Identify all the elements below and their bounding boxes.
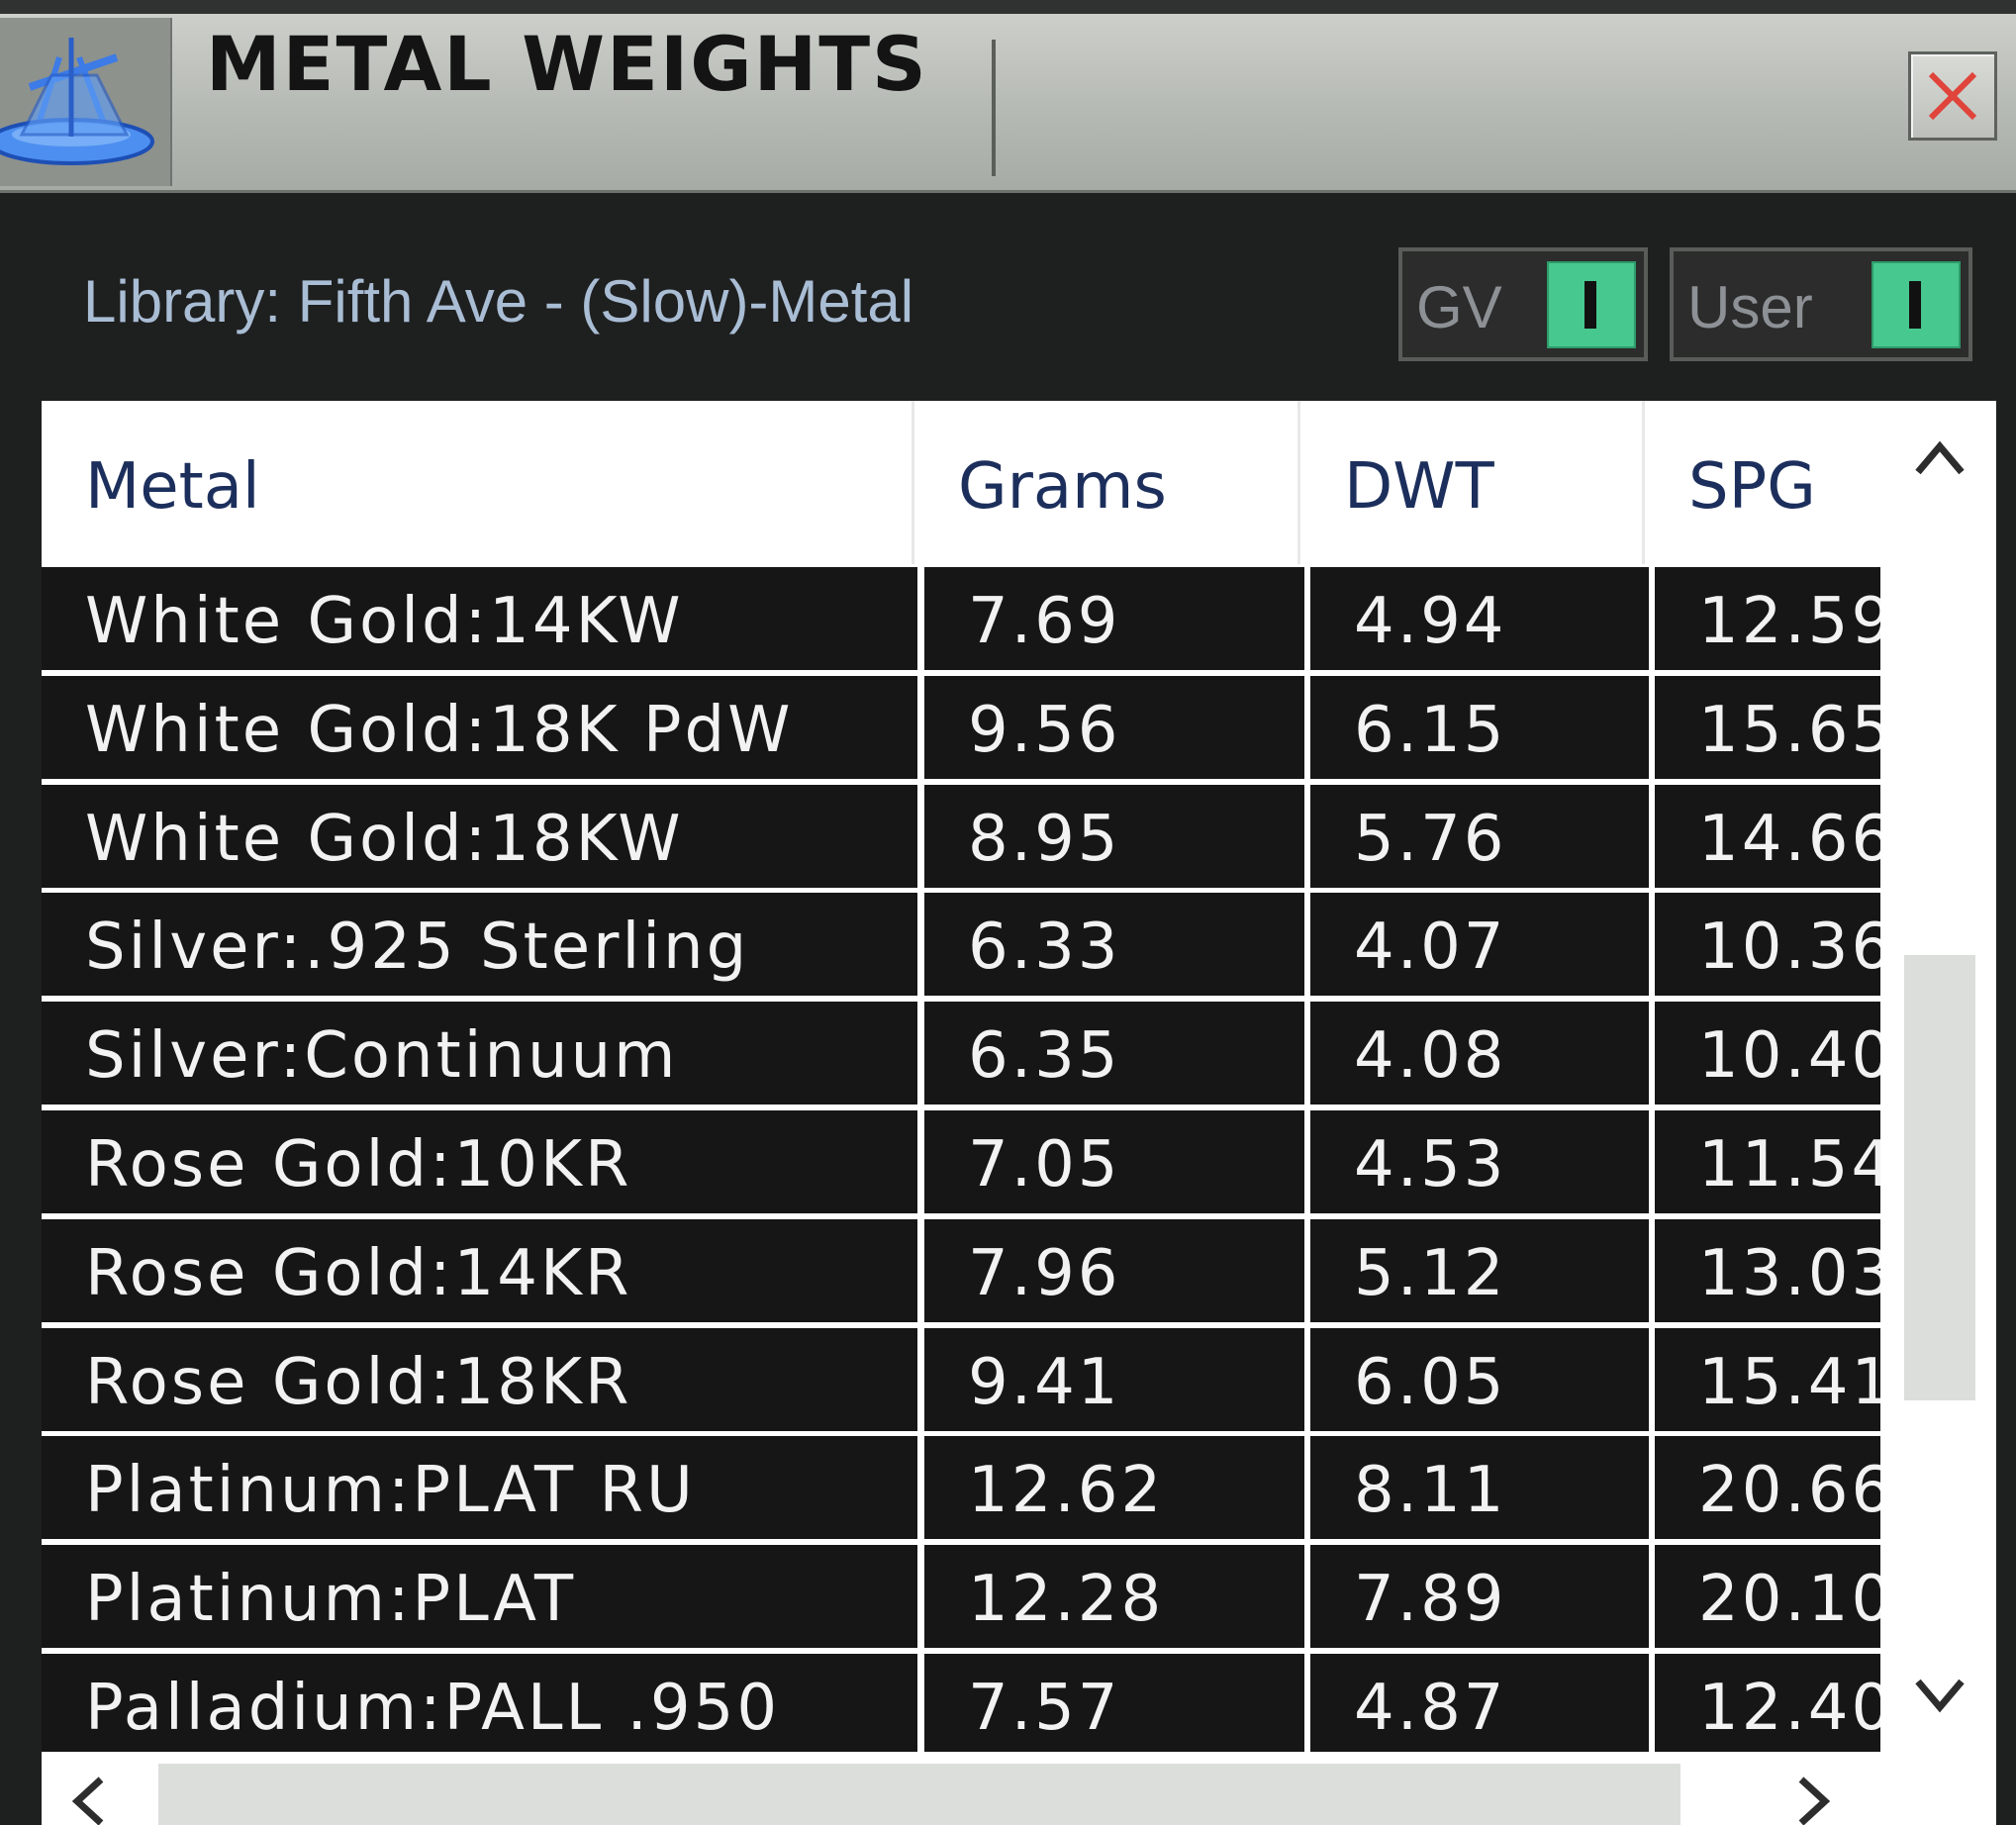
cell-metal[interactable]: Silver:Continuum bbox=[42, 1002, 917, 1105]
cell-spg[interactable]: 15.41 bbox=[1655, 1328, 1880, 1431]
cell-metal[interactable]: Palladium:PALL .950 bbox=[42, 1654, 917, 1752]
cell-metal[interactable]: White Gold:14KW bbox=[42, 567, 917, 670]
cell-grams[interactable]: 12.28 bbox=[924, 1545, 1304, 1648]
table-header: Metal Grams DWT SPG bbox=[42, 401, 1880, 564]
cell-dwt[interactable]: 4.07 bbox=[1310, 893, 1649, 996]
table-viewport: Metal Grams DWT SPG White Gold:14KW 7.69 4… bbox=[42, 401, 1880, 1752]
title-divider bbox=[992, 40, 996, 176]
vertical-scroll-thumb[interactable] bbox=[1904, 955, 1975, 1400]
cell-grams[interactable]: 9.56 bbox=[924, 676, 1304, 779]
metal-weights-table: Metal Grams DWT SPG White Gold:14KW 7.69 4… bbox=[42, 401, 1996, 1825]
horizontal-scroll-thumb[interactable] bbox=[158, 1764, 1680, 1825]
table-row[interactable]: Rose Gold:10KR 7.05 4.53 11.54 bbox=[42, 1110, 1880, 1213]
cell-metal[interactable]: White Gold:18K PdW bbox=[42, 676, 917, 779]
window-title: METAL WEIGHTS bbox=[206, 20, 928, 108]
top-edge bbox=[0, 0, 2016, 14]
cell-dwt[interactable]: 4.08 bbox=[1310, 1002, 1649, 1105]
cell-dwt[interactable]: 6.15 bbox=[1310, 676, 1649, 779]
column-header-dwt[interactable]: DWT bbox=[1300, 401, 1645, 564]
cell-grams[interactable]: 6.33 bbox=[924, 893, 1304, 996]
cell-spg[interactable]: 11.54 bbox=[1655, 1110, 1880, 1213]
close-x-icon bbox=[1928, 71, 1977, 121]
cell-grams[interactable]: 6.35 bbox=[924, 1002, 1304, 1105]
cell-metal[interactable]: Rose Gold:18KR bbox=[42, 1328, 917, 1431]
cell-grams[interactable]: 7.57 bbox=[924, 1654, 1304, 1752]
cell-dwt[interactable]: 5.12 bbox=[1310, 1219, 1649, 1322]
cell-grams[interactable]: 7.05 bbox=[924, 1110, 1304, 1213]
table-row[interactable]: Platinum:PLAT RU 12.62 8.11 20.66 bbox=[42, 1436, 1880, 1539]
cell-grams[interactable]: 9.41 bbox=[924, 1328, 1304, 1431]
table-row[interactable]: Silver:.925 Sterling 6.33 4.07 10.36 bbox=[42, 893, 1880, 996]
user-toggle[interactable]: User bbox=[1670, 247, 1972, 361]
table-row[interactable]: Silver:Continuum 6.35 4.08 10.40 bbox=[42, 1002, 1880, 1105]
cell-metal[interactable]: Rose Gold:10KR bbox=[42, 1110, 917, 1213]
table-row[interactable]: Rose Gold:14KR 7.96 5.12 13.03 bbox=[42, 1219, 1880, 1322]
cell-dwt[interactable]: 4.53 bbox=[1310, 1110, 1649, 1213]
cell-spg[interactable]: 20.66 bbox=[1655, 1436, 1880, 1539]
cell-metal[interactable]: White Gold:18KW bbox=[42, 785, 917, 888]
title-bar: METAL WEIGHTS bbox=[0, 0, 2016, 193]
gv-toggle-label: GV bbox=[1416, 274, 1502, 340]
cell-spg[interactable]: 15.65 bbox=[1655, 676, 1880, 779]
chevron-right-icon[interactable] bbox=[1793, 1774, 1833, 1825]
column-header-metal[interactable]: Metal bbox=[42, 401, 914, 564]
cell-spg[interactable]: 10.36 bbox=[1655, 893, 1880, 996]
cell-dwt[interactable]: 4.87 bbox=[1310, 1654, 1649, 1752]
cell-dwt[interactable]: 6.05 bbox=[1310, 1328, 1649, 1431]
column-header-spg[interactable]: SPG bbox=[1645, 401, 1880, 564]
chevron-down-icon[interactable] bbox=[1912, 1676, 1968, 1715]
cell-grams[interactable]: 7.69 bbox=[924, 567, 1304, 670]
cell-grams[interactable]: 12.62 bbox=[924, 1436, 1304, 1539]
table-row[interactable]: Platinum:PLAT 12.28 7.89 20.10 bbox=[42, 1545, 1880, 1648]
column-header-grams[interactable]: Grams bbox=[914, 401, 1300, 564]
cell-metal[interactable]: Platinum:PLAT bbox=[42, 1545, 917, 1648]
cell-dwt[interactable]: 7.89 bbox=[1310, 1545, 1649, 1648]
table-row[interactable]: White Gold:14KW 7.69 4.94 12.59 bbox=[42, 567, 1880, 670]
cell-spg[interactable]: 14.66 bbox=[1655, 785, 1880, 888]
cell-metal[interactable]: Platinum:PLAT RU bbox=[42, 1436, 917, 1539]
cell-grams[interactable]: 7.96 bbox=[924, 1219, 1304, 1322]
cell-spg[interactable]: 13.03 bbox=[1655, 1219, 1880, 1322]
cell-dwt[interactable]: 4.94 bbox=[1310, 567, 1649, 670]
gv-toggle[interactable]: GV bbox=[1398, 247, 1648, 361]
user-toggle-knob[interactable] bbox=[1872, 261, 1961, 348]
cell-metal[interactable]: Rose Gold:14KR bbox=[42, 1219, 917, 1322]
balance-scale-icon bbox=[0, 18, 172, 186]
table-row[interactable]: Rose Gold:18KR 9.41 6.05 15.41 bbox=[42, 1328, 1880, 1431]
table-row[interactable]: White Gold:18K PdW 9.56 6.15 15.65 bbox=[42, 676, 1880, 779]
cell-spg[interactable]: 12.40 bbox=[1655, 1654, 1880, 1752]
close-button[interactable] bbox=[1908, 51, 1997, 141]
cell-dwt[interactable]: 5.76 bbox=[1310, 785, 1649, 888]
cell-spg[interactable]: 12.59 bbox=[1655, 567, 1880, 670]
gv-toggle-knob[interactable] bbox=[1547, 261, 1636, 348]
vertical-scrollbar[interactable] bbox=[1882, 401, 1996, 1752]
chevron-up-icon[interactable] bbox=[1912, 438, 1968, 478]
horizontal-scrollbar[interactable] bbox=[42, 1752, 1996, 1825]
library-label: Library: Fifth Ave - (Slow)-Metal bbox=[83, 268, 914, 335]
cell-spg[interactable]: 20.10 bbox=[1655, 1545, 1880, 1648]
table-row[interactable]: Palladium:PALL .950 7.57 4.87 12.40 bbox=[42, 1654, 1880, 1752]
cell-metal[interactable]: Silver:.925 Sterling bbox=[42, 893, 917, 996]
chevron-left-icon[interactable] bbox=[69, 1774, 109, 1825]
cell-dwt[interactable]: 8.11 bbox=[1310, 1436, 1649, 1539]
table-row[interactable]: White Gold:18KW 8.95 5.76 14.66 bbox=[42, 785, 1880, 888]
cell-grams[interactable]: 8.95 bbox=[924, 785, 1304, 888]
user-toggle-label: User bbox=[1687, 274, 1813, 340]
cell-spg[interactable]: 10.40 bbox=[1655, 1002, 1880, 1105]
